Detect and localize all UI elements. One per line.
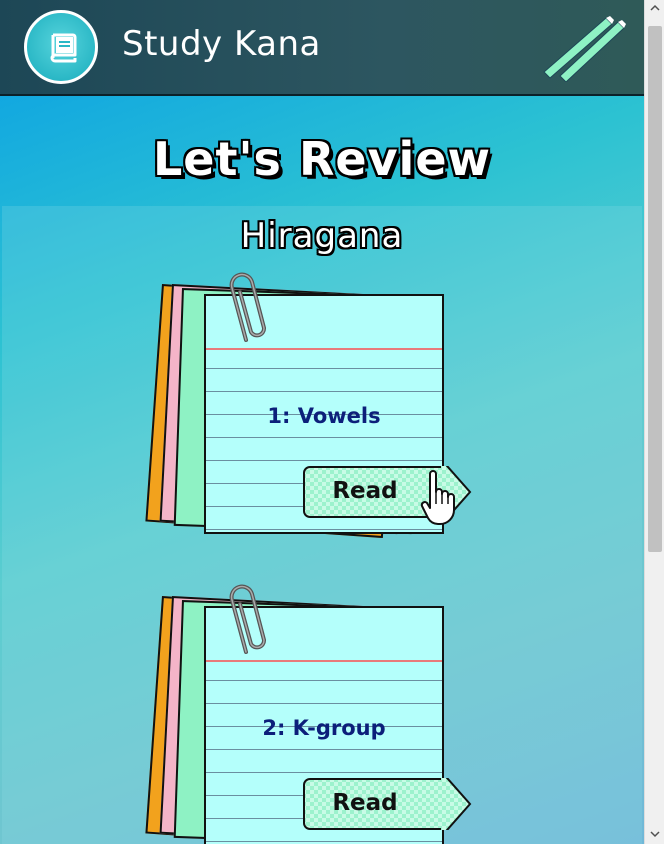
book-icon — [50, 33, 77, 63]
paperclip-icon — [229, 272, 266, 342]
scroll-up-arrow-icon[interactable] — [649, 2, 661, 14]
deck-label: 2: K-group — [262, 716, 386, 740]
app-title: Study Kana — [122, 24, 321, 64]
section-title: Hiragana — [240, 216, 404, 256]
vertical-scrollbar[interactable] — [644, 0, 664, 844]
deck-card-k-group[interactable]: 2: K-group Read — [145, 582, 478, 844]
read-button-label: Read — [332, 478, 398, 504]
app-header: Study Kana — [0, 0, 644, 96]
pencils-icon[interactable] — [540, 14, 630, 82]
page-title: Let's Review — [152, 132, 492, 186]
main-content: Let's Review Hiragana 1: Vowels Read 2: … — [0, 96, 644, 844]
scroll-down-arrow-icon[interactable] — [649, 828, 661, 840]
app-window: Study Kana Let's Review Hiragana 1: Vowe… — [0, 0, 644, 844]
scroll-thumb[interactable] — [648, 26, 662, 552]
paperclip-icon — [229, 584, 266, 654]
hand-cursor-icon — [420, 470, 455, 525]
hiragana-section: Hiragana 1: Vowels Read 2: K-group Read — [2, 206, 642, 844]
app-logo[interactable] — [24, 10, 98, 84]
read-button-label: Read — [332, 790, 398, 816]
deck-label: 1: Vowels — [267, 404, 381, 428]
read-button-k-group[interactable]: Read — [302, 778, 474, 830]
